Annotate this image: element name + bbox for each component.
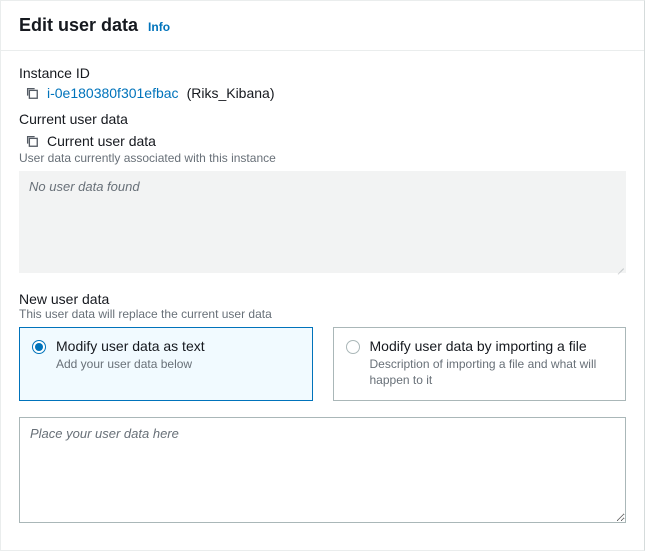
current-user-data-placeholder: No user data found	[29, 179, 140, 194]
panel-header: Edit user data Info	[1, 1, 644, 51]
info-link[interactable]: Info	[148, 20, 170, 34]
page-title: Edit user data	[19, 15, 138, 36]
current-user-data-subhead-row: Current user data	[25, 133, 626, 149]
radio-desc: Add your user data below	[56, 356, 300, 372]
instance-id-link[interactable]: i-0e180380f301efbac	[47, 85, 179, 101]
radio-modify-as-text[interactable]: Modify user data as text Add your user d…	[19, 327, 313, 401]
instance-id-row: i-0e180380f301efbac (Riks_Kibana)	[25, 85, 626, 101]
current-user-data-desc: User data currently associated with this…	[19, 151, 626, 165]
instance-id-label: Instance ID	[19, 65, 626, 81]
radio-icon	[32, 340, 46, 354]
user-data-mode-radiogroup: Modify user data as text Add your user d…	[19, 327, 626, 401]
radio-title: Modify user data by importing a file	[370, 338, 614, 354]
new-user-data-desc: This user data will replace the current …	[19, 307, 626, 321]
radio-icon	[346, 340, 360, 354]
radio-desc: Description of importing a file and what…	[370, 356, 614, 388]
current-user-data-label: Current user data	[19, 111, 626, 127]
radio-import-file[interactable]: Modify user data by importing a file Des…	[333, 327, 627, 401]
user-data-input[interactable]	[19, 417, 626, 523]
resize-grip-icon[interactable]	[614, 261, 624, 271]
edit-user-data-panel: Edit user data Info Instance ID i-0e1803…	[0, 0, 645, 551]
panel-content: Instance ID i-0e180380f301efbac (Riks_Ki…	[1, 51, 644, 550]
instance-name: (Riks_Kibana)	[187, 85, 275, 101]
copy-icon[interactable]	[25, 86, 39, 100]
new-user-data-label: New user data	[19, 291, 626, 307]
current-user-data-box: No user data found	[19, 171, 626, 273]
current-user-data-subhead: Current user data	[47, 133, 156, 149]
radio-title: Modify user data as text	[56, 338, 300, 354]
copy-icon[interactable]	[25, 134, 39, 148]
